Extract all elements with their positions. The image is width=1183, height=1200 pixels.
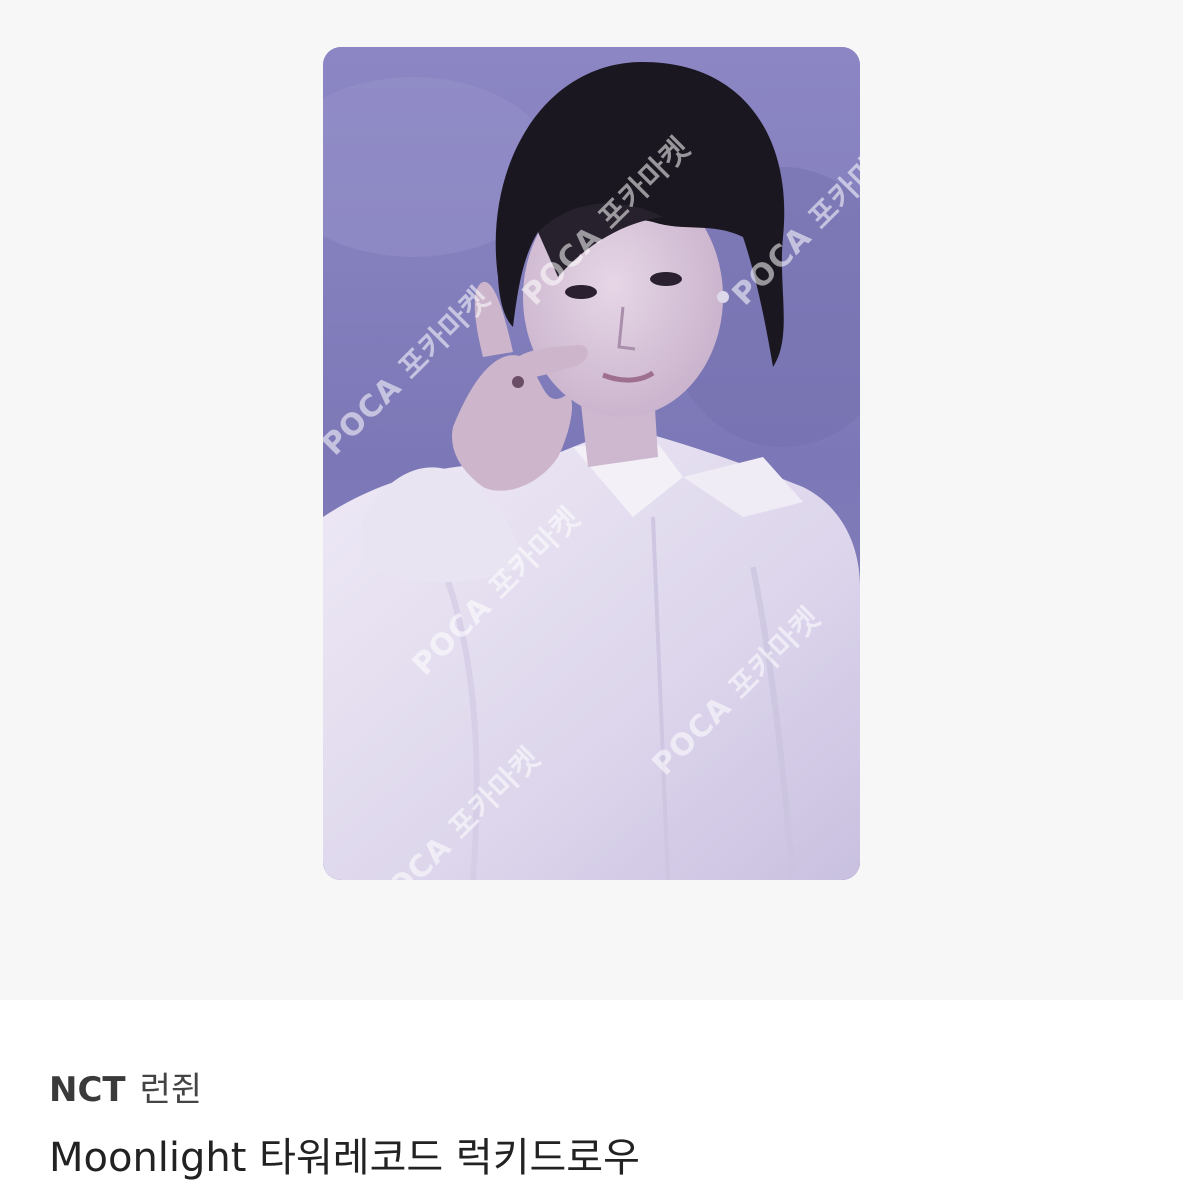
photocard-illustration (323, 47, 860, 880)
group-name[interactable]: NCT (49, 1070, 126, 1110)
artist-line: NCT 런쥔 (49, 1068, 202, 1112)
product-page: POCA 포카마켓 POCA 포카마켓 POCA 포카마켓 POCA 포카마켓 … (0, 0, 1183, 1200)
image-gallery[interactable]: POCA 포카마켓 POCA 포카마켓 POCA 포카마켓 POCA 포카마켓 … (0, 0, 1183, 1000)
member-name[interactable]: 런쥔 (140, 1070, 203, 1110)
photocard-image[interactable]: POCA 포카마켓 POCA 포카마켓 POCA 포카마켓 POCA 포카마켓 … (323, 47, 860, 880)
product-title: Moonlight 타워레코드 럭키드로우 (49, 1135, 640, 1181)
